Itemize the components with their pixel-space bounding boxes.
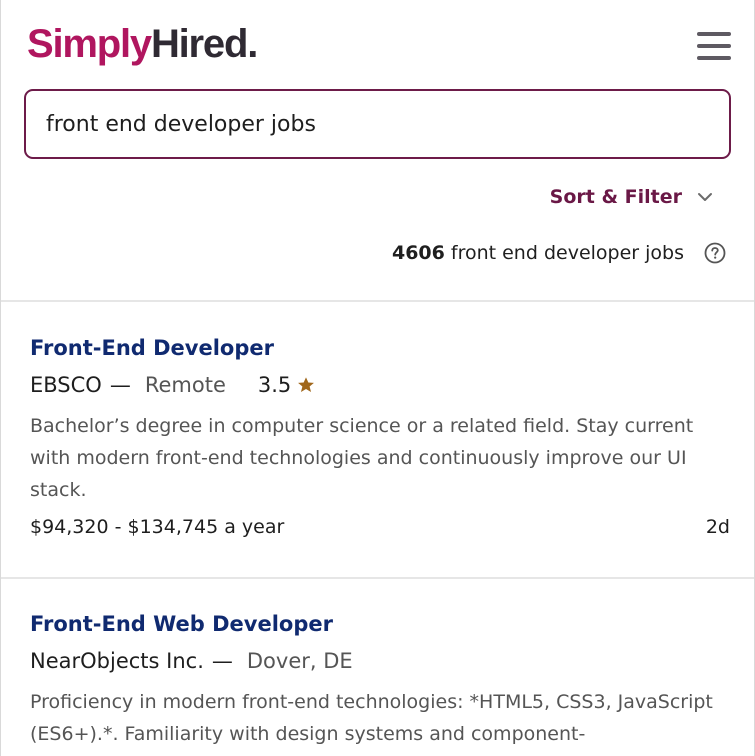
job-meta-separator: — bbox=[109, 373, 131, 397]
menu-bar-1 bbox=[697, 32, 731, 36]
job-location: Remote bbox=[144, 373, 226, 397]
job-card[interactable]: Front-End Developer EBSCO — Remote 3.5 B… bbox=[30, 334, 730, 544]
divider bbox=[1, 577, 754, 579]
menu-bar-2 bbox=[697, 44, 731, 48]
job-posted-age: 2d bbox=[705, 516, 730, 538]
hamburger-menu-icon[interactable] bbox=[697, 30, 731, 62]
job-card[interactable]: Front-End Web Developer NearObjects Inc.… bbox=[30, 610, 730, 750]
chevron-down-icon bbox=[698, 193, 712, 201]
header: SimplyHired. bbox=[1, 0, 754, 88]
job-title-link[interactable]: Front-End Developer bbox=[30, 334, 274, 362]
simplyhired-logo[interactable]: SimplyHired. bbox=[27, 18, 258, 70]
results-count-text: front end developer jobs bbox=[450, 242, 684, 264]
job-company: NearObjects Inc. bbox=[30, 649, 204, 673]
page: SimplyHired. Sort & Filter 4606 front en… bbox=[0, 0, 755, 756]
job-meta-separator: — bbox=[211, 649, 233, 673]
results-count-number: 4606 bbox=[391, 242, 445, 264]
job-location: Dover, DE bbox=[246, 649, 353, 673]
logo-simply: Simply bbox=[27, 22, 152, 66]
divider bbox=[1, 300, 754, 302]
sort-filter-button[interactable]: Sort & Filter bbox=[550, 186, 714, 208]
job-description: Proficiency in modern front-end technolo… bbox=[30, 691, 713, 745]
results-count: 4606 front end developer jobs bbox=[392, 242, 726, 264]
job-meta: EBSCO — Remote 3.5 bbox=[30, 371, 730, 399]
search-box[interactable] bbox=[24, 89, 731, 159]
job-footer: $94,320 - $134,745 a year 2d bbox=[30, 516, 730, 544]
company-rating[interactable]: 3.5 bbox=[258, 371, 291, 399]
job-description: Bachelor’s degree in computer science or… bbox=[30, 415, 694, 501]
job-meta: NearObjects Inc. — Dover, DE bbox=[30, 647, 730, 675]
job-company: EBSCO bbox=[30, 373, 102, 397]
sort-filter-label: Sort & Filter bbox=[549, 186, 682, 208]
star-icon bbox=[298, 377, 315, 393]
menu-bar-3 bbox=[697, 56, 731, 60]
question-circle-icon[interactable] bbox=[704, 242, 726, 264]
search-input[interactable] bbox=[46, 105, 706, 143]
logo-hired: Hired. bbox=[150, 22, 258, 66]
job-title-link[interactable]: Front-End Web Developer bbox=[30, 610, 333, 638]
job-salary: $94,320 - $134,745 a year bbox=[30, 516, 285, 538]
